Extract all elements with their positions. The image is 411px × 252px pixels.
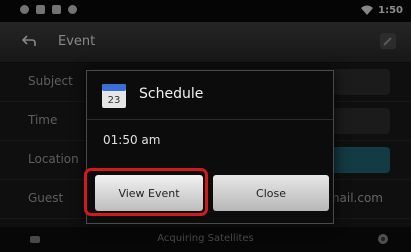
dialog-header: 23 Schedule [87, 71, 333, 120]
dialog-title: Schedule [139, 86, 204, 102]
event-time: 01:50 am [103, 133, 161, 147]
highlight-ring [84, 168, 208, 216]
svg-text:23: 23 [108, 95, 121, 106]
close-face: Close [213, 175, 329, 211]
calendar-icon: 23 [102, 84, 126, 108]
dialog-buttons: View Event Close [84, 167, 333, 223]
close-label: Close [256, 186, 286, 200]
view-event-button[interactable]: View Event [84, 168, 211, 216]
app-screen: 1:50 Event Subject Time Location Guest m… [0, 0, 411, 252]
close-button[interactable]: Close [213, 171, 329, 215]
schedule-dialog: 23 Schedule 01:50 am View Event Close [84, 70, 334, 224]
